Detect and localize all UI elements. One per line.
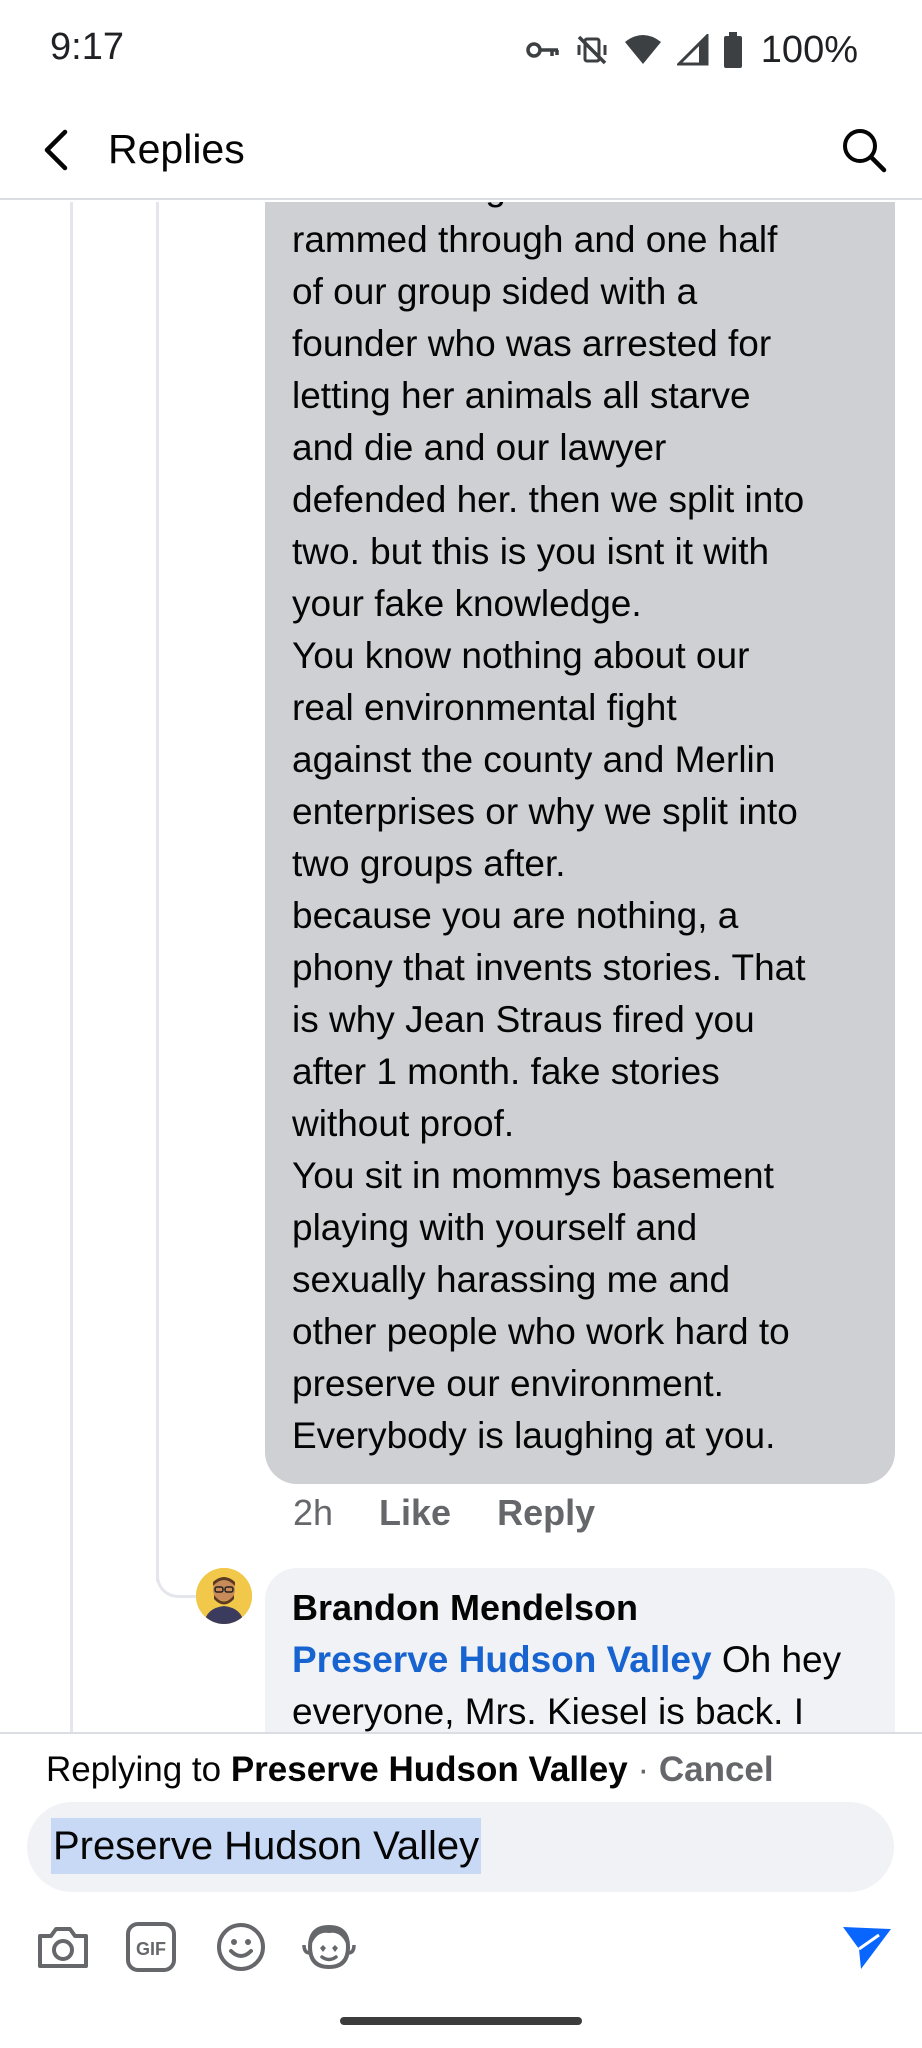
emoji-button[interactable] (208, 1914, 274, 1980)
reply-button[interactable]: Reply (497, 1492, 595, 1534)
gif-button[interactable]: GIF (118, 1914, 184, 1980)
back-arrow-icon (44, 129, 68, 171)
send-icon (843, 1927, 891, 1969)
camera-icon (38, 1927, 88, 1968)
comment-thread[interactable]: two after Legoland was rammed through an… (0, 202, 922, 1732)
thread-connector (156, 1554, 196, 1598)
vpn-key-icon (525, 38, 561, 62)
replying-to-bar: Replying to Preserve Hudson Valley · Can… (46, 1750, 774, 1790)
thread-line (70, 202, 73, 1732)
avatar-image (196, 1568, 252, 1624)
emoji-icon (217, 1923, 265, 1971)
replying-target: Preserve Hudson Valley (230, 1750, 628, 1789)
wifi-icon (623, 34, 663, 66)
reply-author[interactable]: Brandon Mendelson (292, 1582, 873, 1634)
back-button[interactable] (30, 124, 82, 176)
gesture-nav-handle[interactable] (340, 2017, 582, 2025)
cancel-reply-button[interactable]: Cancel (659, 1750, 774, 1789)
comment-text: two after Legoland was rammed through an… (292, 202, 806, 1456)
vibrate-off-icon (575, 33, 609, 67)
send-button[interactable] (834, 1914, 900, 1980)
reply-text: Oh hey (711, 1639, 842, 1680)
page-title: Replies (108, 126, 245, 172)
comment-input[interactable]: Preserve Hudson Valley (27, 1802, 894, 1892)
separator: · (627, 1750, 659, 1789)
comment-actions: 2h Like Reply (293, 1492, 595, 1534)
comment-bubble[interactable]: two after Legoland was rammed through an… (265, 202, 895, 1484)
comment-input-value[interactable]: Preserve Hudson Valley (51, 1818, 482, 1874)
status-time: 9:17 (50, 26, 124, 68)
replying-prefix: Replying to (46, 1750, 231, 1789)
comment-timestamp: 2h (293, 1492, 334, 1533)
status-bar: 9:17 100% (0, 0, 922, 100)
avatar[interactable] (196, 1568, 252, 1624)
comment-composer: Replying to Preserve Hudson Valley · Can… (0, 1732, 922, 2048)
reply-bubble[interactable]: Brandon Mendelson Preserve Hudson Valley… (265, 1568, 895, 1732)
battery-percent: 100% (760, 28, 858, 71)
search-button[interactable] (836, 122, 892, 178)
camera-button[interactable] (30, 1914, 96, 1980)
status-icons: 100% (525, 28, 858, 72)
avatar-sticker-button[interactable] (296, 1914, 362, 1980)
search-icon (843, 129, 887, 173)
signal-icon (676, 34, 709, 66)
reply-text-line1: Preserve Hudson Valley Oh hey (292, 1634, 873, 1686)
header: Replies (0, 100, 922, 200)
mention-link[interactable]: Preserve Hudson Valley (292, 1639, 712, 1680)
gif-icon: GIF (126, 1922, 176, 1972)
like-button[interactable]: Like (379, 1492, 451, 1534)
reply-text-line2: everyone, Mrs. Kiesel is back. I (292, 1691, 805, 1732)
thread-line-nested (156, 202, 159, 1582)
avatar-sticker-icon (302, 1924, 356, 1970)
battery-icon (723, 32, 743, 68)
composer-toolbar: GIF (0, 1914, 922, 1994)
svg-text:GIF: GIF (136, 1939, 166, 1959)
